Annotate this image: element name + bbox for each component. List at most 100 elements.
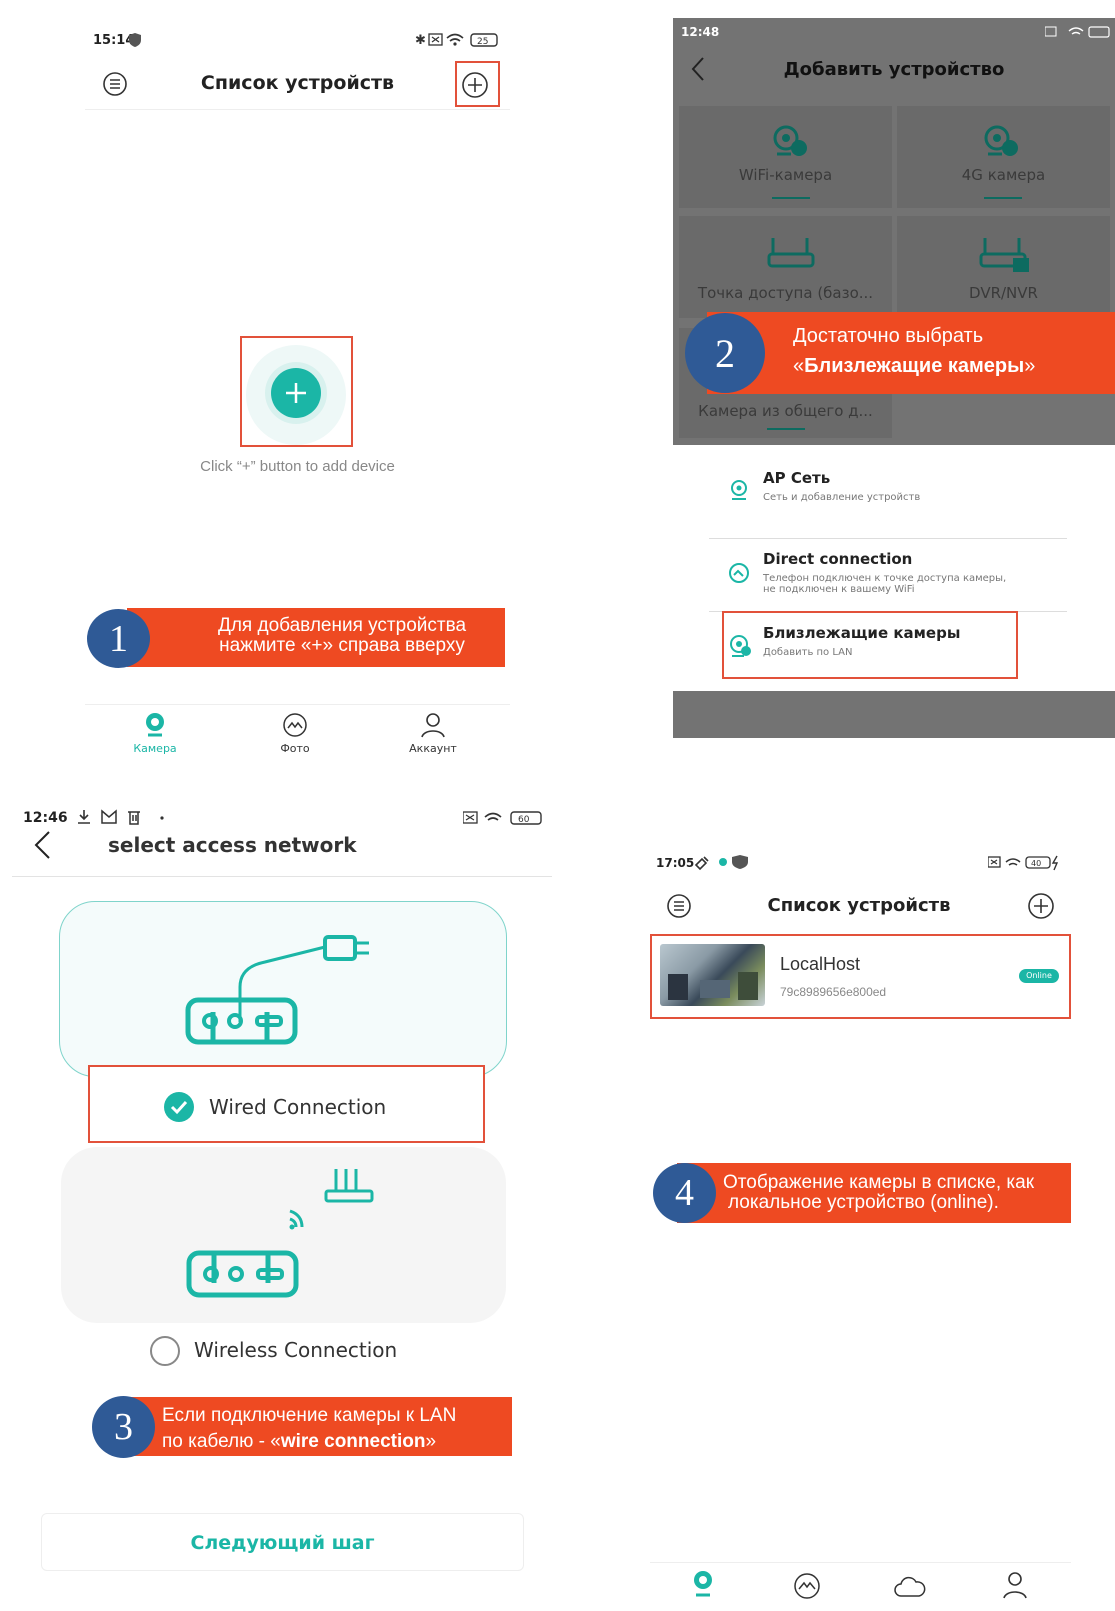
- camera-pin-icon: [694, 1571, 712, 1597]
- wireless-label: Wireless Connection: [194, 1338, 398, 1362]
- panel-device-list-empty: 15:14 ✱ 25 Список устройств Click “+” but…: [85, 18, 510, 763]
- bottom-sheet: AP Сеть Сеть и добавление устройств Dire…: [673, 445, 1115, 691]
- page-title: Добавить устройство: [783, 59, 1005, 80]
- step-banner-1: Для добавления устройства нажмите «+» сп…: [127, 608, 505, 667]
- wired-router-icon: [185, 935, 369, 1045]
- router-icon: [767, 238, 815, 268]
- status-time: 12:48: [681, 25, 720, 39]
- back-arrow-icon[interactable]: [33, 830, 51, 864]
- tile-underline: [984, 197, 1022, 199]
- tab-label: Аккаунт: [409, 742, 457, 755]
- sheet-item-subtitle-line: не подключен к вашему WiFi: [763, 584, 915, 595]
- tab-divider: [85, 704, 510, 705]
- svg-text:✱: ✱: [415, 33, 426, 48]
- banner-line: по кабелю - «: [162, 1431, 281, 1452]
- tab-divider: [650, 1562, 1071, 1563]
- page-title: Список устройств: [200, 72, 395, 94]
- step-banner-4: Отображение камеры в списке, как локальн…: [677, 1163, 1071, 1223]
- dvr-icon: [979, 238, 1029, 272]
- step-banner-3: Если подключение камеры к LAN по кабелю …: [116, 1397, 512, 1456]
- banner-bold: Близлежащие камеры: [804, 355, 1025, 377]
- status-left-icons: [76, 808, 176, 830]
- status-right-icons: 60: [462, 809, 553, 831]
- cloud-icon: [894, 1576, 926, 1597]
- tab-label: Фото: [280, 742, 310, 755]
- panel-select-network: 12:46 60 select access network Wired Con…: [0, 795, 560, 1611]
- tab-cloud[interactable]: [893, 1576, 927, 1604]
- photo-icon: [794, 1573, 820, 1599]
- banner-line: локальное устройство (online).: [728, 1192, 999, 1213]
- banner-quote: »: [425, 1431, 437, 1452]
- step-badge-1: 1: [87, 609, 150, 668]
- sheet-item-direct[interactable]: Direct connection Телефон подключен к то…: [673, 548, 1115, 608]
- sheet-item-subtitle: Сеть и добавление устройств: [763, 492, 921, 503]
- banner-line: нажмите «+» справа вверху: [219, 635, 465, 656]
- tab-photo[interactable]: [793, 1572, 821, 1604]
- svg-text:25: 25: [477, 37, 488, 47]
- banner-line: Если подключение камеры к LAN: [162, 1405, 457, 1426]
- tile-label: WiFi-камера: [738, 166, 833, 184]
- sheet-item-title: Direct connection: [763, 550, 913, 568]
- highlight-plus-top: [455, 61, 500, 107]
- tile-underline: [772, 197, 810, 199]
- step-badge-4: 4: [653, 1163, 716, 1223]
- tile-label: DVR/NVR: [969, 284, 1038, 302]
- sheet-item-title: AP Сеть: [763, 469, 831, 487]
- tile-access-point[interactable]: Точка доступа (базо...: [679, 216, 892, 318]
- highlight-device: [650, 934, 1071, 1019]
- sheet-item-subtitle: Телефон подключен к точке доступа камеры…: [763, 573, 1006, 595]
- banner-quote: »: [1024, 355, 1036, 377]
- next-step-button[interactable]: Следующий шаг: [41, 1513, 524, 1571]
- highlight-plus-center: [240, 336, 353, 447]
- sheet-item-subtitle-line: Телефон подключен к точке доступа камеры…: [763, 573, 1007, 584]
- banner-line: Для добавления устройства: [217, 615, 467, 636]
- tile-label: 4G камера: [961, 166, 1046, 184]
- highlight-wired: [88, 1065, 485, 1143]
- sheet-item-ap[interactable]: AP Сеть Сеть и добавление устройств: [673, 467, 1115, 523]
- tile-wifi-camera[interactable]: WiFi-камера: [679, 106, 892, 208]
- wireless-router-icon: [186, 1169, 374, 1298]
- direct-connection-icon: [729, 563, 749, 583]
- step-badge-2: 2: [685, 313, 765, 393]
- status-time: 12:46: [23, 810, 68, 826]
- status-time: 17:05: [656, 856, 695, 870]
- sheet-divider: [709, 538, 1067, 539]
- tab-account[interactable]: [1002, 1571, 1028, 1603]
- step-badge-3: 3: [92, 1396, 155, 1458]
- ap-network-icon: [731, 480, 747, 500]
- tab-camera[interactable]: Камера: [125, 712, 185, 755]
- tab-photo[interactable]: Фото: [265, 712, 325, 755]
- wireless-card[interactable]: [61, 1147, 506, 1323]
- user-icon: [1003, 1572, 1027, 1599]
- user-icon: [421, 713, 445, 738]
- tab-camera[interactable]: [691, 1570, 715, 1602]
- tile-label: Камера из общего д...: [698, 402, 873, 420]
- battery-level: 40: [1031, 859, 1041, 868]
- status-left-icons: [692, 853, 758, 875]
- unchecked-radio-icon: [150, 1336, 180, 1366]
- header-divider: [12, 876, 552, 877]
- header-divider: [85, 109, 510, 110]
- add-device-plus-icon[interactable]: [1027, 892, 1055, 924]
- wired-card[interactable]: [59, 901, 507, 1077]
- tile-4g-camera[interactable]: 4G камера: [897, 106, 1110, 208]
- highlight-nearby: [722, 611, 1018, 679]
- tile-dvr-nvr[interactable]: DVR/NVR: [897, 216, 1110, 318]
- step-banner-2: Достаточно выбрать «Близлежащие камеры»: [707, 312, 1115, 394]
- photo-icon: [283, 713, 307, 737]
- tile-underline: [767, 428, 805, 430]
- tab-label: Камера: [133, 742, 177, 755]
- banner-line: Достаточно выбрать: [793, 325, 984, 347]
- status-icons: ✱ 25: [415, 31, 503, 53]
- panel-device-list-filled: 17:05 40 Список устройств LocalHost 79c8…: [650, 840, 1115, 1611]
- page-title: select access network: [108, 833, 357, 857]
- banner-line: Отображение камеры в списке, как: [723, 1172, 1035, 1193]
- battery-level: 60: [518, 815, 530, 825]
- banner-quote: «: [793, 355, 805, 377]
- page-title: Список устройств: [767, 895, 951, 916]
- shield-icon: [127, 32, 143, 52]
- camera-4g-icon: [984, 125, 1018, 156]
- empty-hint: Click “+” button to add device: [200, 458, 395, 475]
- tab-account[interactable]: Аккаунт: [403, 712, 463, 755]
- status-right-icons: 40: [987, 854, 1068, 876]
